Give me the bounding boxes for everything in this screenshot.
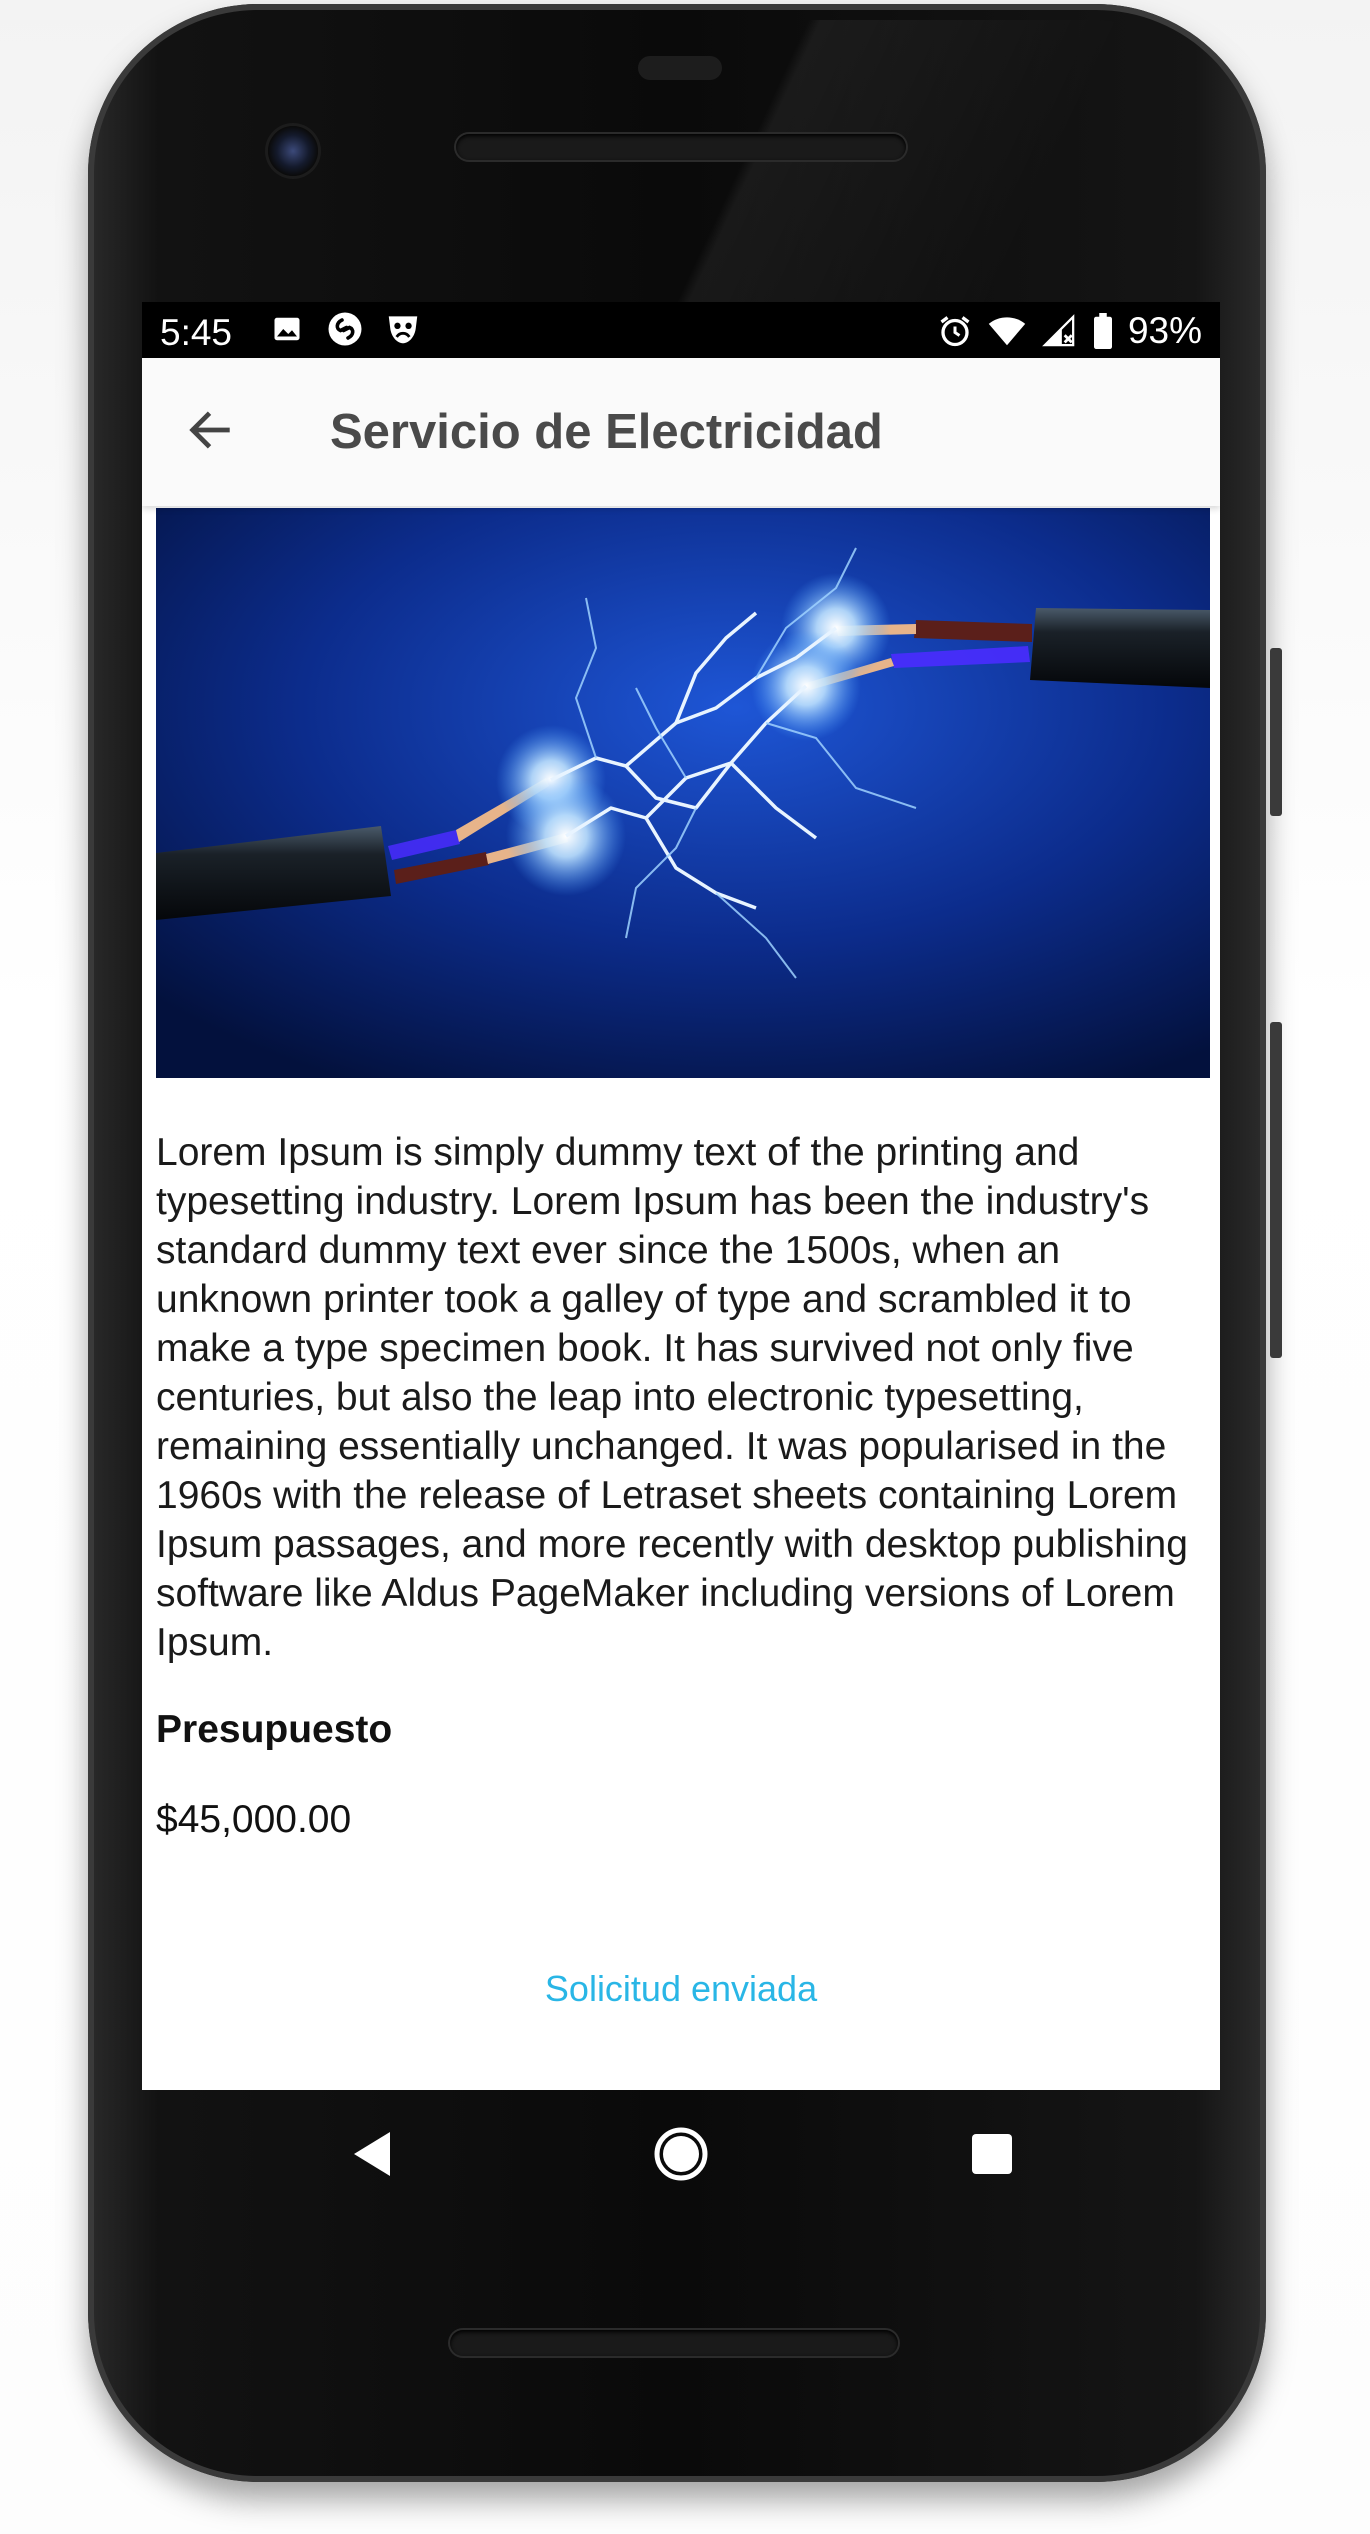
arrow-back-icon	[184, 404, 236, 461]
battery-icon	[1092, 312, 1114, 350]
recents-square-icon	[970, 2132, 1014, 2181]
screen: 5:45 93% Servicio de Electricidad Lorem …	[142, 302, 1220, 2090]
volume-button	[1270, 1022, 1282, 1358]
mask-icon	[384, 310, 422, 348]
nav-recents-button[interactable]	[960, 2124, 1024, 2188]
shazam-icon	[326, 310, 364, 348]
status-time: 5:45	[160, 312, 233, 353]
home-circle-icon	[653, 2126, 709, 2187]
earpiece	[638, 56, 722, 80]
status-bar: 5:45 93%	[142, 302, 1220, 358]
nav-home-button[interactable]	[649, 2124, 713, 2188]
budget-label: Presupuesto	[156, 1708, 393, 1751]
back-button[interactable]	[180, 402, 240, 462]
request-sent-button[interactable]: Solicitud enviada	[142, 1968, 1220, 2010]
battery-percent: 93%	[1127, 310, 1202, 351]
bottom-speaker	[450, 2330, 898, 2356]
hero-image	[156, 508, 1210, 1078]
navigation-bar	[142, 2090, 1220, 2220]
top-speaker	[456, 134, 906, 160]
app-bar: Servicio de Electricidad	[142, 358, 1220, 506]
back-triangle-icon	[350, 2130, 394, 2183]
content-area: Lorem Ipsum is simply dummy text of the …	[142, 506, 1220, 2090]
alarm-icon	[936, 312, 974, 350]
page-title: Servicio de Electricidad	[330, 405, 883, 459]
wifi-icon	[988, 312, 1026, 350]
description-text: Lorem Ipsum is simply dummy text of the …	[156, 1131, 1188, 1664]
cell-signal-icon	[1040, 312, 1078, 350]
image-icon	[268, 310, 306, 348]
budget-value: $45,000.00	[156, 1798, 352, 1841]
power-button	[1270, 648, 1282, 816]
nav-back-button[interactable]	[340, 2124, 404, 2188]
front-camera	[268, 126, 318, 176]
